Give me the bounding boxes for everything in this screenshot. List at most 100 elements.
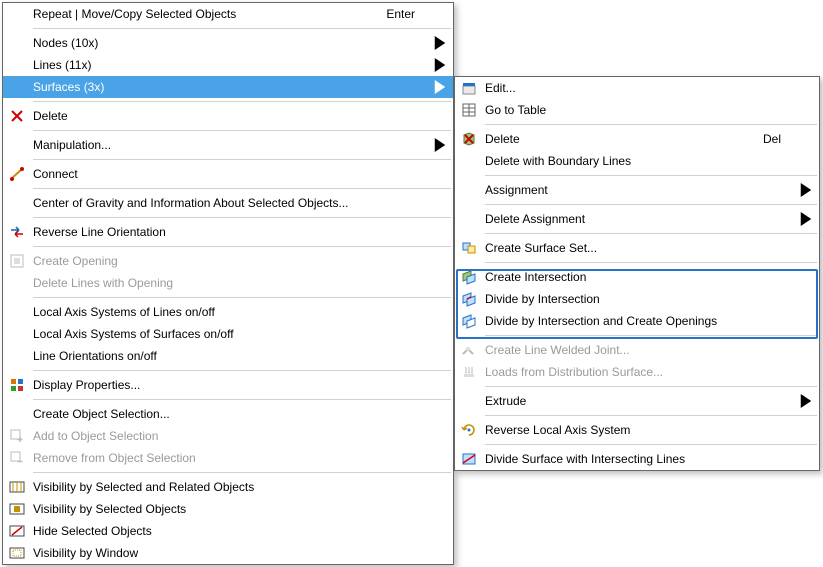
menu-item-remove-from-object-selection: Remove from Object Selection xyxy=(3,447,453,469)
menu-item-label: Extrude xyxy=(483,394,799,408)
submenu-arrow-icon xyxy=(799,183,813,197)
menu-item-label: Create Line Welded Joint... xyxy=(483,343,799,357)
submenu-item-delete-with-boundary[interactable]: Delete with Boundary Lines xyxy=(455,150,819,172)
menu-item-add-to-object-selection: Add to Object Selection xyxy=(3,425,453,447)
submenu-item-assignment[interactable]: Assignment xyxy=(455,179,819,201)
divide-surface-lines-icon xyxy=(455,448,483,470)
menu-item-create-object-selection[interactable]: Create Object Selection... xyxy=(3,403,453,425)
menu-item-connect[interactable]: Connect xyxy=(3,163,453,185)
menu-item-label: Hide Selected Objects xyxy=(31,524,433,538)
separator xyxy=(485,444,817,445)
menu-item-lines[interactable]: Lines (11x) xyxy=(3,54,453,76)
visibility-window-icon xyxy=(3,542,31,564)
menu-item-visibility-related[interactable]: Visibility by Selected and Related Objec… xyxy=(3,476,453,498)
submenu-item-edit[interactable]: Edit... xyxy=(455,77,819,99)
menu-item-local-axis-lines[interactable]: Local Axis Systems of Lines on/off xyxy=(3,301,453,323)
separator xyxy=(33,159,451,160)
separator xyxy=(33,399,451,400)
blank-icon xyxy=(3,323,31,345)
submenu-arrow-icon xyxy=(799,394,813,408)
separator xyxy=(485,335,817,336)
submenu-arrow-icon xyxy=(433,58,447,72)
menu-item-nodes[interactable]: Nodes (10x) xyxy=(3,32,453,54)
submenu-item-divide-surface-intersecting-lines[interactable]: Divide Surface with Intersecting Lines xyxy=(455,448,819,470)
menu-item-hide-selected[interactable]: Hide Selected Objects xyxy=(3,520,453,542)
surface-set-icon xyxy=(455,237,483,259)
menu-item-delete[interactable]: Delete xyxy=(3,105,453,127)
hide-icon xyxy=(3,520,31,542)
menu-item-label: Line Orientations on/off xyxy=(31,349,433,363)
display-properties-icon xyxy=(3,374,31,396)
separator xyxy=(485,415,817,416)
separator xyxy=(485,124,817,125)
submenu-item-delete-assignment[interactable]: Delete Assignment xyxy=(455,208,819,230)
reverse-line-icon xyxy=(3,221,31,243)
menu-item-visibility-window[interactable]: Visibility by Window xyxy=(3,542,453,564)
menu-item-manipulation[interactable]: Manipulation... xyxy=(3,134,453,156)
separator xyxy=(33,130,451,131)
separator xyxy=(485,175,817,176)
visibility-selected-icon xyxy=(3,498,31,520)
separator xyxy=(33,188,451,189)
delete-surface-icon xyxy=(455,128,483,150)
remove-selection-icon xyxy=(3,447,31,469)
blank-icon xyxy=(3,345,31,367)
menu-item-local-axis-surfaces[interactable]: Local Axis Systems of Surfaces on/off xyxy=(3,323,453,345)
menu-item-center-of-gravity[interactable]: Center of Gravity and Information About … xyxy=(3,192,453,214)
menu-item-display-properties[interactable]: Display Properties... xyxy=(3,374,453,396)
menu-item-label: Connect xyxy=(31,167,433,181)
menu-item-label: Visibility by Window xyxy=(31,546,433,560)
menu-item-shortcut: Del xyxy=(763,132,799,146)
menu-item-label: Visibility by Selected and Related Objec… xyxy=(31,480,433,494)
menu-item-line-orientations[interactable]: Line Orientations on/off xyxy=(3,345,453,367)
blank-icon xyxy=(3,32,31,54)
submenu-item-extrude[interactable]: Extrude xyxy=(455,390,819,412)
blank-icon xyxy=(3,403,31,425)
blank-icon xyxy=(3,76,31,98)
menu-item-label: Reverse Line Orientation xyxy=(31,225,433,239)
create-opening-icon xyxy=(3,250,31,272)
submenu-item-create-intersection[interactable]: Create Intersection xyxy=(455,266,819,288)
connect-icon xyxy=(3,163,31,185)
menu-item-surfaces[interactable]: Surfaces (3x) xyxy=(3,76,453,98)
submenu-arrow-icon xyxy=(433,80,447,94)
blank-icon xyxy=(3,192,31,214)
menu-item-delete-lines-with-opening: Delete Lines with Opening xyxy=(3,272,453,294)
submenu-arrow-icon xyxy=(433,138,447,152)
divide-intersection-icon xyxy=(455,288,483,310)
menu-item-label: Local Axis Systems of Surfaces on/off xyxy=(31,327,433,341)
divide-openings-icon xyxy=(455,310,483,332)
submenu-item-delete[interactable]: Delete Del xyxy=(455,128,819,150)
separator xyxy=(485,386,817,387)
menu-item-reverse-line-orientation[interactable]: Reverse Line Orientation xyxy=(3,221,453,243)
blank-icon xyxy=(455,179,483,201)
menu-item-visibility-selected[interactable]: Visibility by Selected Objects xyxy=(3,498,453,520)
submenu-item-reverse-local-axis[interactable]: Reverse Local Axis System xyxy=(455,419,819,441)
separator xyxy=(33,101,451,102)
context-menu-main: Repeat | Move/Copy Selected Objects Ente… xyxy=(2,2,454,565)
weld-icon xyxy=(455,339,483,361)
blank-icon xyxy=(455,208,483,230)
table-icon xyxy=(455,99,483,121)
separator xyxy=(33,370,451,371)
menu-item-label: Delete Assignment xyxy=(483,212,799,226)
submenu-arrow-icon xyxy=(799,212,813,226)
menu-item-create-opening: Create Opening xyxy=(3,250,453,272)
menu-item-label: Edit... xyxy=(483,81,799,95)
visibility-related-icon xyxy=(3,476,31,498)
menu-item-label: Visibility by Selected Objects xyxy=(31,502,433,516)
menu-item-label: Divide by Intersection xyxy=(483,292,799,306)
menu-item-label: Local Axis Systems of Lines on/off xyxy=(31,305,433,319)
menu-item-label: Create Intersection xyxy=(483,270,799,284)
menu-item-repeat[interactable]: Repeat | Move/Copy Selected Objects Ente… xyxy=(3,3,453,25)
menu-item-label: Go to Table xyxy=(483,103,799,117)
menu-item-label: Delete with Boundary Lines xyxy=(483,154,799,168)
menu-item-label: Divide by Intersection and Create Openin… xyxy=(483,314,799,328)
submenu-item-divide-create-openings[interactable]: Divide by Intersection and Create Openin… xyxy=(455,310,819,332)
submenu-item-create-surface-set[interactable]: Create Surface Set... xyxy=(455,237,819,259)
blank-icon xyxy=(3,301,31,323)
submenu-item-goto-table[interactable]: Go to Table xyxy=(455,99,819,121)
submenu-item-divide-by-intersection[interactable]: Divide by Intersection xyxy=(455,288,819,310)
blank-icon xyxy=(455,390,483,412)
context-menu-surfaces: Edit... Go to Table Delete Del Delete wi… xyxy=(454,76,820,471)
